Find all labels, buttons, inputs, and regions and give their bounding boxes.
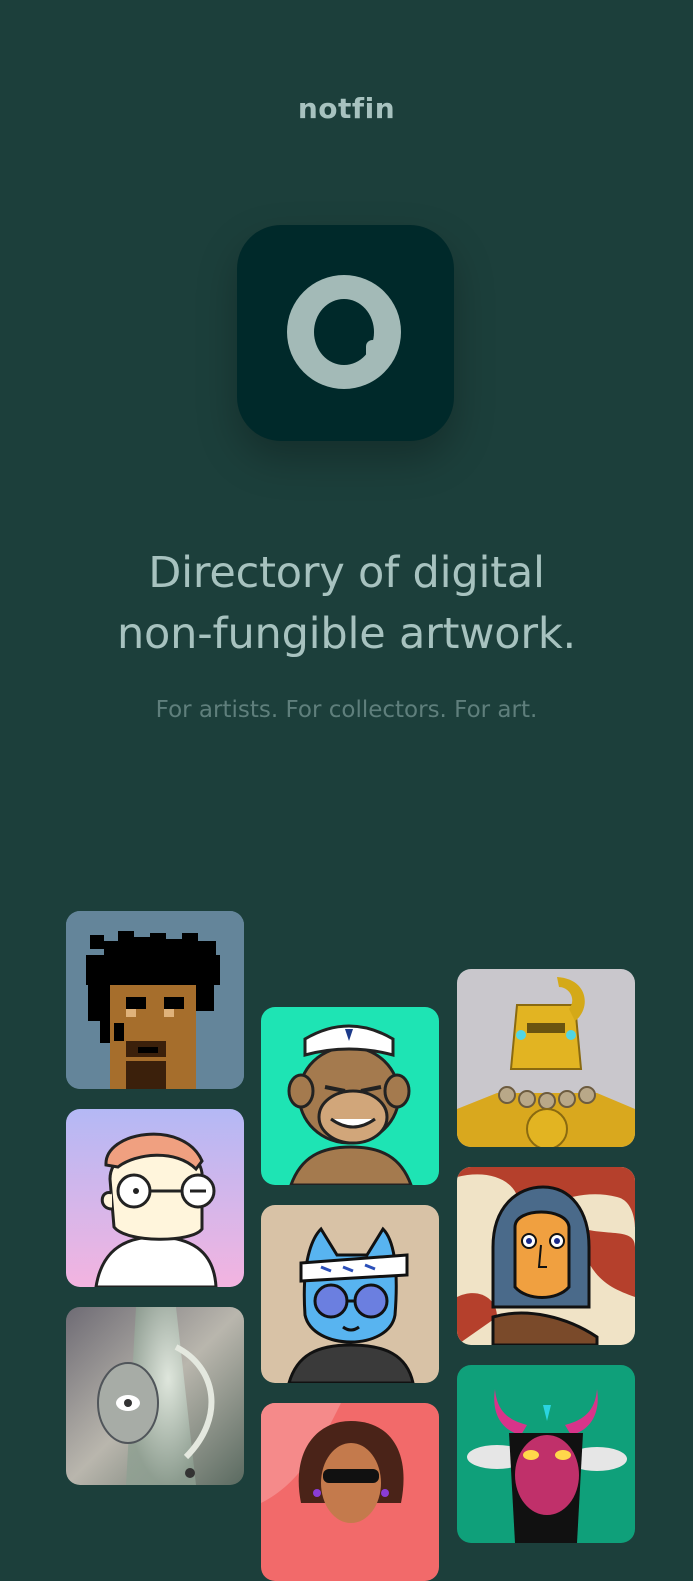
headline-line-2: non-fungible artwork. [117, 609, 576, 659]
pixel-avatar-icon [66, 911, 244, 1089]
app-icon [237, 225, 454, 441]
nft-tile-gold-robot[interactable] [457, 969, 635, 1147]
ape-avatar-icon [261, 1007, 439, 1185]
cartoon-avatar-icon [66, 1109, 244, 1287]
nft-tile-orange-face[interactable] [457, 1167, 635, 1345]
nft-tile-blue-cat[interactable] [261, 1205, 439, 1383]
nft-tile-pixel-punk[interactable] [66, 911, 244, 1089]
headline-line-1: Directory of digital [148, 548, 545, 598]
logo[interactable]: notfin [0, 92, 693, 125]
demon-art-icon [457, 1365, 635, 1543]
ring-icon [287, 275, 401, 389]
abstract-art-icon [66, 1307, 244, 1485]
nft-tile-surreal-face[interactable] [66, 1307, 244, 1485]
woman-avatar-icon [261, 1403, 439, 1581]
nft-tile-sailor-ape[interactable] [261, 1007, 439, 1185]
illustrated-face-icon [457, 1167, 635, 1345]
cat-avatar-icon [261, 1205, 439, 1383]
tagline: For artists. For collectors. For art. [155, 697, 538, 723]
nft-tile-glasses-cartoon[interactable] [66, 1109, 244, 1287]
nft-tile-horned-demon[interactable] [457, 1365, 635, 1543]
nft-tile-woman-sunglasses[interactable] [261, 1403, 439, 1581]
headline: Directory of digital non-fungible artwor… [0, 543, 693, 665]
robot-art-icon [457, 969, 635, 1147]
